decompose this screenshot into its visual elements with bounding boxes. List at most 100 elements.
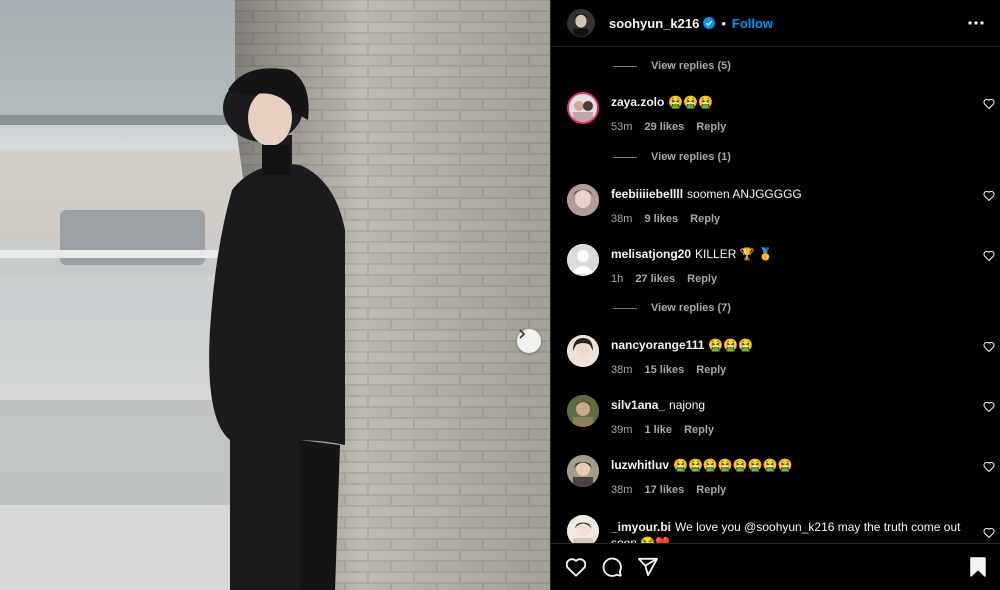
next-photo-button[interactable] bbox=[517, 329, 541, 353]
comment-text: soomen ANJGGGGG bbox=[687, 187, 802, 201]
comment-time: 53m bbox=[611, 121, 633, 133]
comment-item: _imyour.bi We love you @soohyun_k216 may … bbox=[567, 515, 997, 543]
more-options-button[interactable] bbox=[968, 21, 984, 25]
bookmark-icon bbox=[970, 557, 986, 577]
post-header: soohyun_k216 • Follow bbox=[551, 0, 1000, 47]
comment-body: silv1ana_ najong 39m 1 like Reply bbox=[611, 397, 961, 438]
commenter-avatar-image bbox=[567, 515, 599, 543]
comment-meta: 1h 27 likes Reply bbox=[611, 271, 961, 287]
comment-item: luzwhitluv 🤮🤮🤮🤮🤮🤮🤮🤮 38m 17 likes Reply bbox=[567, 455, 997, 505]
comment-item: feebiiiiebellll soomen ANJGGGGG 38m 9 lik… bbox=[567, 184, 997, 234]
share-button[interactable] bbox=[637, 557, 659, 577]
verified-badge-icon bbox=[703, 17, 716, 29]
chevron-right-icon bbox=[519, 329, 526, 339]
comments-list: View replies (5) zaya.zolo 🤮🤮🤮 53m 29 lik… bbox=[551, 48, 1000, 543]
commenter-username[interactable]: luzwhitluv bbox=[611, 458, 669, 472]
like-button[interactable] bbox=[565, 557, 587, 577]
replies-divider bbox=[613, 307, 637, 309]
heart-icon bbox=[983, 250, 995, 261]
commenter-username[interactable]: zaya.zolo bbox=[611, 95, 664, 109]
view-replies-label: View replies (5) bbox=[651, 60, 731, 72]
comment-body: nancyorange111 🤮🤮🤮 38m 15 likes Reply bbox=[611, 337, 961, 378]
comment-text: najong bbox=[669, 398, 706, 412]
like-comment-button[interactable] bbox=[983, 250, 995, 261]
comment-button[interactable] bbox=[601, 556, 623, 578]
reply-button[interactable]: Reply bbox=[696, 121, 726, 133]
like-comment-button[interactable] bbox=[983, 527, 995, 538]
comment-meta: 38m 17 likes Reply bbox=[611, 482, 961, 498]
author-avatar[interactable] bbox=[567, 9, 595, 37]
author-username[interactable]: soohyun_k216 bbox=[609, 16, 699, 31]
like-comment-button[interactable] bbox=[983, 190, 995, 201]
reply-button[interactable]: Reply bbox=[687, 273, 717, 285]
follow-button[interactable]: Follow bbox=[732, 16, 773, 31]
commenter-avatar-image bbox=[567, 395, 599, 427]
comment-text: 🤮🤮🤮 bbox=[668, 95, 714, 109]
heart-icon bbox=[983, 401, 995, 412]
comment-likes[interactable]: 27 likes bbox=[635, 273, 675, 285]
like-comment-button[interactable] bbox=[983, 401, 995, 412]
reply-button[interactable]: Reply bbox=[696, 484, 726, 496]
comment-text: KILLER 🏆 🥇 bbox=[695, 247, 773, 261]
commenter-username[interactable]: feebiiiiebellll bbox=[611, 187, 683, 201]
reply-button[interactable]: Reply bbox=[690, 213, 720, 225]
commenter-username[interactable]: melisatjong20 bbox=[611, 247, 691, 261]
comment-body: _imyour.bi We love you @soohyun_k216 may … bbox=[611, 519, 961, 543]
comment-meta: 39m 1 like Reply bbox=[611, 422, 961, 438]
commenter-avatar[interactable] bbox=[567, 184, 599, 216]
comment-icon bbox=[602, 557, 622, 577]
post-actions-bar bbox=[551, 543, 1000, 590]
reply-button[interactable]: Reply bbox=[684, 424, 714, 436]
comment-time: 38m bbox=[611, 364, 633, 376]
heart-icon bbox=[983, 461, 995, 472]
post-photo bbox=[0, 0, 550, 590]
save-button[interactable] bbox=[969, 557, 987, 577]
commenter-avatar-image bbox=[567, 184, 599, 216]
commenter-avatar-image bbox=[567, 455, 599, 487]
like-comment-button[interactable] bbox=[983, 461, 995, 472]
heart-icon bbox=[565, 558, 587, 577]
post-detail-panel: soohyun_k216 • Follow View replies (5) z… bbox=[550, 0, 1000, 590]
commenter-avatar[interactable] bbox=[567, 515, 599, 543]
commenter-avatar[interactable] bbox=[567, 92, 599, 124]
commenter-avatar[interactable] bbox=[567, 335, 599, 367]
comment-body: luzwhitluv 🤮🤮🤮🤮🤮🤮🤮🤮 38m 17 likes Reply bbox=[611, 457, 961, 498]
comment-time: 38m bbox=[611, 213, 633, 225]
comment-meta: 53m 29 likes Reply bbox=[611, 119, 961, 135]
view-replies-button[interactable]: View replies (7) bbox=[613, 302, 731, 314]
view-replies-button[interactable]: View replies (5) bbox=[613, 60, 731, 72]
comment-item: silv1ana_ najong 39m 1 like Reply bbox=[567, 395, 997, 445]
comment-meta: 38m 9 likes Reply bbox=[611, 211, 961, 227]
comment-body: melisatjong20 KILLER 🏆 🥇 1h 27 likes Repl… bbox=[611, 246, 961, 287]
comment-likes[interactable]: 17 likes bbox=[644, 484, 684, 496]
share-icon bbox=[638, 557, 658, 577]
comment-time: 38m bbox=[611, 484, 633, 496]
commenter-avatar-image bbox=[569, 94, 597, 122]
comment-text: 🤮🤮🤮 bbox=[708, 338, 754, 352]
comment-likes[interactable]: 29 likes bbox=[644, 121, 684, 133]
heart-icon bbox=[983, 190, 995, 201]
view-replies-label: View replies (7) bbox=[651, 302, 731, 314]
separator-dot: • bbox=[721, 15, 726, 31]
heart-icon bbox=[983, 341, 995, 352]
default-avatar-icon bbox=[567, 244, 599, 276]
commenter-username[interactable]: nancyorange111 bbox=[611, 338, 704, 352]
comment-item: nancyorange111 🤮🤮🤮 38m 15 likes Reply bbox=[567, 335, 997, 385]
like-comment-button[interactable] bbox=[983, 98, 995, 109]
commenter-avatar[interactable] bbox=[567, 395, 599, 427]
heart-icon bbox=[983, 527, 995, 538]
commenter-avatar[interactable] bbox=[567, 244, 599, 276]
replies-divider bbox=[613, 65, 637, 67]
heart-icon bbox=[983, 98, 995, 109]
commenter-avatar[interactable] bbox=[567, 455, 599, 487]
commenter-username[interactable]: _imyour.bi bbox=[611, 520, 671, 534]
comment-item: zaya.zolo 🤮🤮🤮 53m 29 likes Reply bbox=[567, 92, 997, 142]
like-comment-button[interactable] bbox=[983, 341, 995, 352]
comment-likes[interactable]: 9 likes bbox=[644, 213, 678, 225]
view-replies-button[interactable]: View replies (1) bbox=[613, 151, 731, 163]
comment-likes[interactable]: 1 like bbox=[644, 424, 672, 436]
comment-likes[interactable]: 15 likes bbox=[644, 364, 684, 376]
commenter-username[interactable]: silv1ana_ bbox=[611, 398, 665, 412]
comment-body: zaya.zolo 🤮🤮🤮 53m 29 likes Reply bbox=[611, 94, 961, 135]
reply-button[interactable]: Reply bbox=[696, 364, 726, 376]
